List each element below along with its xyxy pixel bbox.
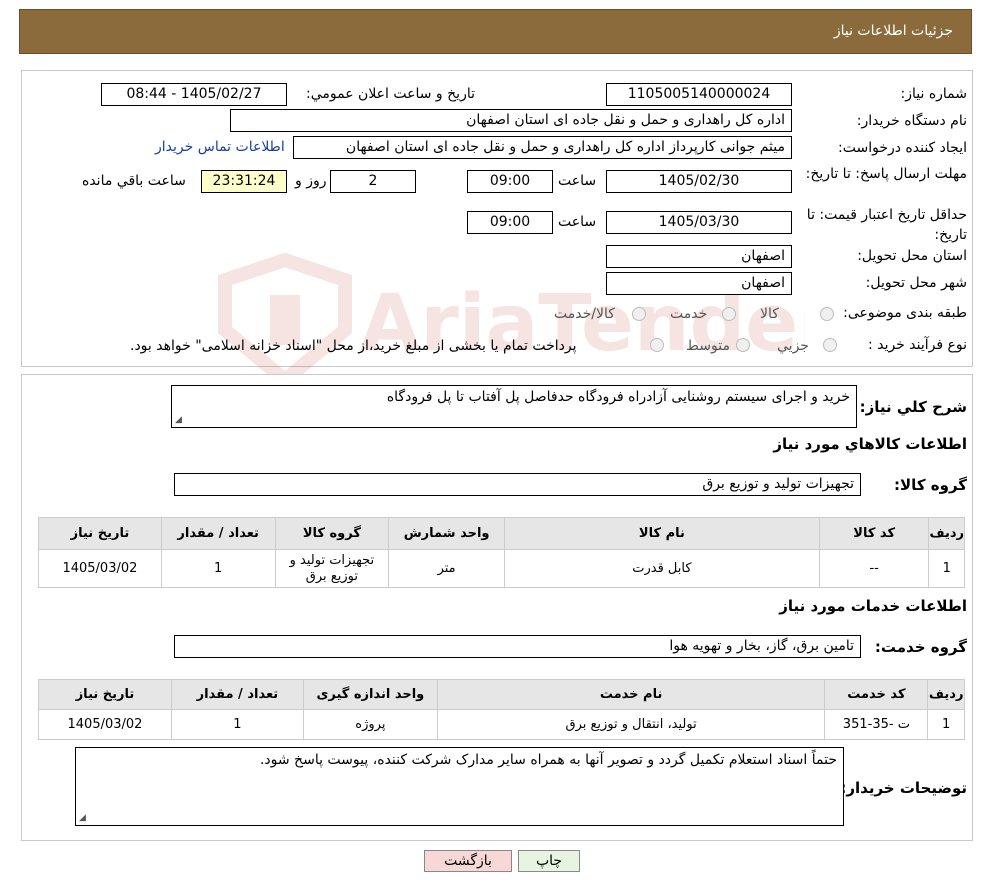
cell-date: 1405/03/02 <box>38 709 172 740</box>
col-service-name: نام خدمت <box>436 679 826 710</box>
col-group: گروه کالا <box>274 517 390 550</box>
process-label: نوع فرآیند خرید : <box>868 337 967 353</box>
category-both-radio[interactable] <box>632 307 646 321</box>
cell-service-name: تولید، انتقال و توزیع برق <box>436 709 826 740</box>
remaining-time-field: 23:31:24 <box>201 170 287 193</box>
buyer-notes-text: حتماً اسناد استعلام تکمیل گردد و تصویر آ… <box>259 752 837 768</box>
goods-table: ردیف کد کالا نام کالا واحد شمارش گروه کا… <box>38 517 965 588</box>
category-goods-label: کالا <box>760 306 779 322</box>
price-time-field: 09:00 <box>467 211 553 234</box>
goods-section-title: اطلاعات کالاهاي مورد نیاز <box>773 435 967 453</box>
buyer-org-label: نام دستگاه خریدار: <box>856 113 967 129</box>
days-label: روز و <box>295 173 327 189</box>
col-service-code: کد خدمت <box>824 679 929 710</box>
summary-field: خرید و اجرای سیستم روشنایی آزادراه فرودگ… <box>171 385 857 428</box>
process-minor-label: جزیي <box>777 338 809 354</box>
summary-text: خرید و اجرای سیستم روشنایی آزادراه فرودگ… <box>386 389 850 405</box>
process-note: پرداخت تمام یا بخشی از مبلغ خرید،از محل … <box>130 338 577 354</box>
cell-row: 1 <box>928 549 965 588</box>
cell-group: تجهیزات تولید و توزیع برق <box>274 549 390 588</box>
category-goods-radio[interactable] <box>820 307 834 321</box>
services-table: ردیف کد خدمت نام خدمت واحد اندازه گیری ت… <box>38 679 965 740</box>
page-header: جزئیات اطلاعات نیاز <box>19 9 972 54</box>
price-time-label: ساعت <box>558 214 597 230</box>
process-note-checkbox[interactable] <box>650 338 664 352</box>
reply-time-label: ساعت <box>558 173 597 189</box>
col-date: تاریخ نیاز <box>38 679 172 710</box>
cell-qty: 1 <box>170 709 304 740</box>
cell-qty: 1 <box>160 549 276 588</box>
process-medium-label: متوسط <box>686 338 730 354</box>
category-service-radio[interactable] <box>722 307 736 321</box>
col-code: کد کالا <box>818 517 930 550</box>
goods-group-field: تجهیزات تولید و توزیع برق <box>174 473 861 496</box>
goods-table-header: ردیف کد کالا نام کالا واحد شمارش گروه کا… <box>38 517 965 550</box>
process-medium-radio[interactable] <box>736 338 750 352</box>
reply-date-field: 1405/02/30 <box>606 170 792 193</box>
buyer-org-field: اداره کل راهداری و حمل و نقل جاده ای است… <box>230 109 792 132</box>
col-unit: واحد شمارش <box>388 517 505 550</box>
need-number-field: 1105005140000024 <box>606 83 792 106</box>
city-field: اصفهان <box>606 272 792 295</box>
goods-group-label: گروه کالا: <box>894 476 967 494</box>
resize-handle-icon[interactable]: ◢ <box>79 813 86 823</box>
reply-deadline-label: مهلت ارسال پاسخ: تا تاریخ: <box>805 166 967 182</box>
reply-time-field: 09:00 <box>467 170 553 193</box>
service-group-field: تامین برق، گاز، بخار و تهویه هوا <box>174 635 861 658</box>
services-section-title: اطلاعات خدمات مورد نیاز <box>779 597 967 615</box>
need-number-label: شماره نیاز: <box>900 86 968 102</box>
days-field: 2 <box>330 170 416 193</box>
buyer-notes-field: حتماً اسناد استعلام تکمیل گردد و تصویر آ… <box>75 747 844 826</box>
table-row: 1 -- کابل قدرت متر تجهیزات تولید و توزیع… <box>38 549 965 588</box>
col-qty: تعداد / مقدار <box>170 679 304 710</box>
col-measure-unit: واحد اندازه گیری <box>302 679 438 710</box>
cell-measure-unit: پروژه <box>302 709 438 740</box>
announce-label: تاریخ و ساعت اعلان عمومي: <box>306 86 475 102</box>
services-table-header: ردیف کد خدمت نام خدمت واحد اندازه گیری ت… <box>38 679 965 710</box>
col-row: ردیف <box>927 679 965 710</box>
resize-handle-icon[interactable]: ◢ <box>175 415 182 425</box>
contact-buyer-link[interactable]: اطلاعات تماس خریدار <box>155 139 285 155</box>
announce-field: 1405/02/27 - 08:44 <box>101 83 287 106</box>
remaining-label: ساعت باقي مانده <box>82 173 186 189</box>
col-qty: تعداد / مقدار <box>160 517 276 550</box>
province-field: اصفهان <box>606 245 792 268</box>
price-validity-label: حداقل تاریخ اعتبار قیمت: تا تاریخ: <box>806 207 967 243</box>
cell-name: کابل قدرت <box>503 549 820 588</box>
cell-code: -- <box>818 549 930 588</box>
province-label: استان محل تحویل: <box>857 248 967 264</box>
creator-field: میثم جوانی کارپرداز اداره کل راهداری و ح… <box>293 136 792 159</box>
col-name: نام کالا <box>503 517 820 550</box>
category-label: طبقه بندی موضوعی: <box>843 305 967 321</box>
col-date: تاریخ نیاز <box>38 517 162 550</box>
category-service-label: خدمت <box>670 306 708 322</box>
process-minor-radio[interactable] <box>823 338 837 352</box>
buyer-notes-label: توضیحات خریدار: <box>840 779 967 797</box>
page-title: جزئیات اطلاعات نیاز <box>833 23 953 39</box>
price-date-field: 1405/03/30 <box>606 211 792 234</box>
col-row: ردیف <box>928 517 965 550</box>
back-button[interactable]: بازگشت <box>424 850 512 872</box>
summary-label: شرح کلي نیاز: <box>859 398 967 416</box>
service-group-label: گروه خدمت: <box>874 638 967 656</box>
creator-label: ایجاد کننده درخواست: <box>838 140 967 156</box>
cell-unit: متر <box>388 549 505 588</box>
cell-date: 1405/03/02 <box>38 549 162 588</box>
cell-service-code: ت -35-351 <box>824 709 929 740</box>
city-label: شهر محل تحویل: <box>865 275 967 291</box>
category-both-label: کالا/خدمت <box>554 306 615 322</box>
print-button[interactable]: چاپ <box>518 850 580 872</box>
cell-row: 1 <box>927 709 965 740</box>
table-row: 1 ت -35-351 تولید، انتقال و توزیع برق پر… <box>38 709 965 740</box>
